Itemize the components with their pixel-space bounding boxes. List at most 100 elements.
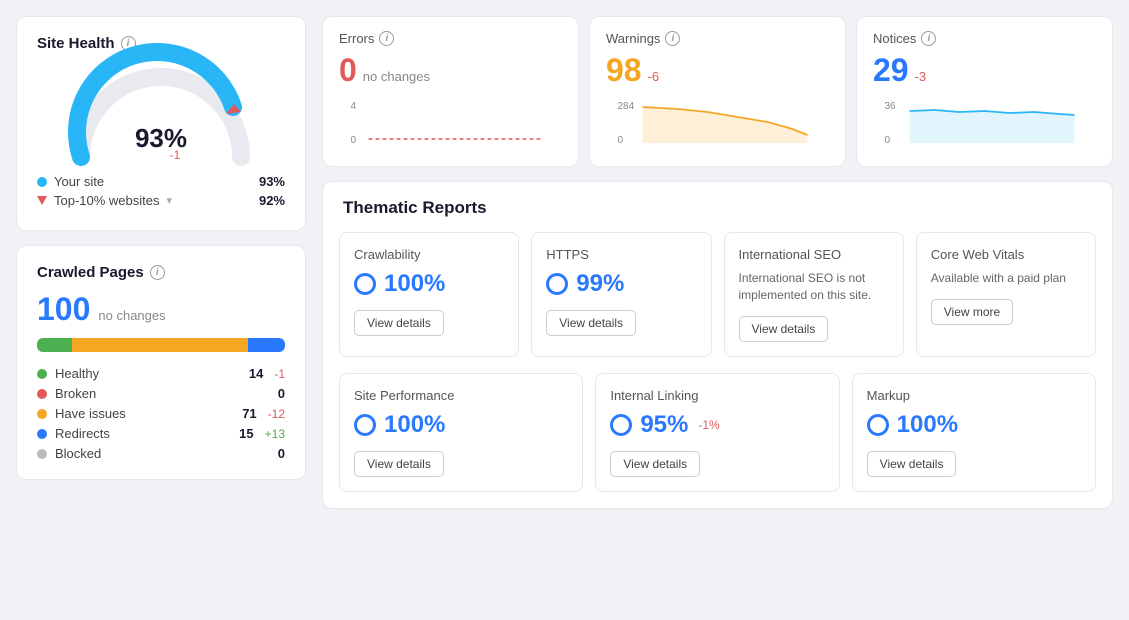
international-seo-text: International SEO is not implemented on … <box>739 270 889 304</box>
markup-circle-icon <box>867 414 889 436</box>
top-sites-label: Top-10% websites <box>54 193 160 208</box>
top-sites-legend: Top-10% websites ▾ 92% <box>37 193 285 208</box>
markup-view-btn[interactable]: View details <box>867 451 957 477</box>
svg-text:0: 0 <box>885 135 891 146</box>
list-item: Healthy 14 -1 <box>37 366 285 381</box>
errors-sub: no changes <box>363 69 430 84</box>
notices-value: 29 <box>873 52 909 89</box>
redirects-delta: +13 <box>265 427 285 441</box>
crawled-pages-label: Crawled Pages <box>37 264 144 281</box>
crawlability-score-row: 100% <box>354 270 504 298</box>
healthy-dot <box>37 369 47 379</box>
right-column: Errors i 0 no changes 4 0 Warnings i <box>322 16 1113 509</box>
issues-label: Have issues <box>55 406 227 421</box>
progress-issues <box>72 338 248 352</box>
warnings-sparkline: 284 0 <box>606 97 829 147</box>
internal-linking-title: Internal Linking <box>610 388 824 403</box>
site-performance-score: 100% <box>384 411 445 439</box>
errors-title: Errors i <box>339 31 562 46</box>
notices-sparkline: 36 0 <box>873 97 1096 147</box>
top-sites-value: 92% <box>259 193 285 208</box>
international-seo-view-btn[interactable]: View details <box>739 316 829 342</box>
https-score-row: 99% <box>546 270 696 298</box>
svg-text:0: 0 <box>351 135 357 146</box>
markup-title: Markup <box>867 388 1081 403</box>
svg-text:4: 4 <box>351 101 357 112</box>
dashboard: Site Health i 93% -1 <box>16 16 1113 509</box>
crawled-sub: no changes <box>98 308 165 323</box>
svg-text:36: 36 <box>885 101 897 112</box>
site-health-card: Site Health i 93% -1 <box>16 16 306 231</box>
broken-label: Broken <box>55 386 255 401</box>
internal-linking-score-row: 95% -1% <box>610 411 824 439</box>
https-card: HTTPS 99% View details <box>531 232 711 357</box>
markup-card: Markup 100% View details <box>852 373 1096 492</box>
errors-card: Errors i 0 no changes 4 0 <box>322 16 579 167</box>
left-column: Site Health i 93% -1 <box>16 16 306 509</box>
crawled-progress-bar <box>37 338 285 352</box>
blocked-dot <box>37 449 47 459</box>
internal-linking-delta: -1% <box>698 418 719 432</box>
international-seo-card: International SEO International SEO is n… <box>724 232 904 357</box>
thematic-reports-card: Thematic Reports Crawlability 100% View … <box>322 181 1113 509</box>
blocked-label: Blocked <box>55 446 255 461</box>
svg-text:-1: -1 <box>170 148 181 162</box>
errors-sparkline: 4 0 <box>339 97 562 147</box>
internal-linking-card: Internal Linking 95% -1% View details <box>595 373 839 492</box>
site-performance-title: Site Performance <box>354 388 568 403</box>
crawled-items-list: Healthy 14 -1 Broken 0 Have issues 71 -1… <box>37 366 285 461</box>
notices-info-icon[interactable]: i <box>921 31 936 46</box>
list-item: Have issues 71 -12 <box>37 406 285 421</box>
core-web-vitals-text: Available with a paid plan <box>931 270 1081 287</box>
list-item: Blocked 0 <box>37 446 285 461</box>
crawled-number-row: 100 no changes <box>37 291 285 328</box>
notices-delta: -3 <box>915 69 927 84</box>
your-site-dot <box>37 177 47 187</box>
errors-value-row: 0 no changes <box>339 52 562 89</box>
https-view-btn[interactable]: View details <box>546 310 636 336</box>
crawlability-circle-icon <box>354 273 376 295</box>
site-performance-view-btn[interactable]: View details <box>354 451 444 477</box>
internal-linking-circle-icon <box>610 414 632 436</box>
notices-value-row: 29 -3 <box>873 52 1096 89</box>
https-score: 99% <box>576 270 624 298</box>
warnings-value-row: 98 -6 <box>606 52 829 89</box>
core-web-vitals-view-btn[interactable]: View more <box>931 299 1013 325</box>
site-performance-circle-icon <box>354 414 376 436</box>
your-site-legend: Your site 93% <box>37 174 285 189</box>
crawlability-card: Crawlability 100% View details <box>339 232 519 357</box>
https-circle-icon <box>546 273 568 295</box>
markup-score: 100% <box>897 411 958 439</box>
your-site-value: 93% <box>259 174 285 189</box>
warnings-card: Warnings i 98 -6 284 0 <box>589 16 846 167</box>
top-metric-cards: Errors i 0 no changes 4 0 Warnings i <box>322 16 1113 167</box>
internal-linking-score: 95% <box>640 411 688 439</box>
healthy-label: Healthy <box>55 366 233 381</box>
site-health-label: Site Health <box>37 35 115 52</box>
issues-delta: -12 <box>268 407 285 421</box>
errors-info-icon[interactable]: i <box>379 31 394 46</box>
thematic-top-grid: Crawlability 100% View details HTTPS 99%… <box>323 232 1112 373</box>
site-performance-card: Site Performance 100% View details <box>339 373 583 492</box>
crawled-count: 100 <box>37 291 90 328</box>
warnings-label: Warnings <box>606 31 660 46</box>
core-web-vitals-card: Core Web Vitals Available with a paid pl… <box>916 232 1096 357</box>
broken-count: 0 <box>263 386 285 401</box>
redirects-count: 15 <box>232 426 254 441</box>
list-item: Redirects 15 +13 <box>37 426 285 441</box>
crawled-pages-info-icon[interactable]: i <box>150 265 165 280</box>
progress-redirects <box>248 338 285 352</box>
crawled-pages-title: Crawled Pages i <box>37 264 285 281</box>
thematic-bottom-grid: Site Performance 100% View details Inter… <box>323 373 1112 508</box>
top-sites-dropdown-icon[interactable]: ▾ <box>167 194 173 207</box>
blocked-count: 0 <box>263 446 285 461</box>
warnings-title: Warnings i <box>606 31 829 46</box>
notices-label: Notices <box>873 31 916 46</box>
your-site-label: Your site <box>54 174 104 189</box>
internal-linking-view-btn[interactable]: View details <box>610 451 700 477</box>
crawlability-view-btn[interactable]: View details <box>354 310 444 336</box>
crawlability-title: Crawlability <box>354 247 504 262</box>
thematic-reports-title: Thematic Reports <box>323 182 1112 218</box>
warnings-info-icon[interactable]: i <box>665 31 680 46</box>
crawlability-score: 100% <box>384 270 445 298</box>
